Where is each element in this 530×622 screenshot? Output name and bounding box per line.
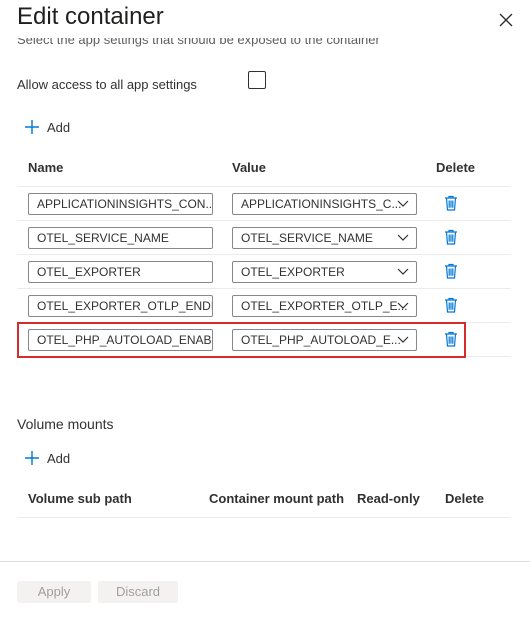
add-volume-button[interactable]: Add [24, 450, 70, 466]
header-volume-sub-path: Volume sub path [28, 491, 132, 506]
discard-button[interactable]: Discard [98, 581, 178, 603]
env-value-text: OTEL_SERVICE_NAME [241, 231, 373, 245]
header-read-only: Read-only [357, 491, 420, 506]
env-value-select[interactable]: OTEL_EXPORTER_OTLP_E... [232, 295, 417, 317]
env-value-select[interactable]: APPLICATIONINSIGHTS_C... [232, 193, 417, 215]
close-icon[interactable] [495, 9, 517, 31]
env-value-select[interactable]: OTEL_EXPORTER [232, 261, 417, 283]
row-divider [17, 254, 511, 255]
volume-header-divider [17, 517, 511, 518]
footer-divider [0, 561, 530, 562]
volume-mounts-title: Volume mounts [17, 416, 114, 432]
trash-icon[interactable] [444, 229, 458, 245]
env-name-input[interactable]: OTEL_SERVICE_NAME [28, 227, 213, 249]
allow-access-label: Allow access to all app settings [17, 77, 197, 92]
chevron-down-icon [397, 234, 409, 241]
highlight-box [17, 322, 466, 358]
header-value: Value [232, 160, 266, 175]
env-value-text: OTEL_EXPORTER [241, 265, 345, 279]
apply-button[interactable]: Apply [17, 581, 91, 603]
env-name-input[interactable]: OTEL_EXPORTER [28, 261, 213, 283]
trash-icon[interactable] [444, 297, 458, 313]
dialog-title: Edit container [17, 3, 164, 30]
chevron-down-icon [397, 200, 409, 207]
env-name-input[interactable]: OTEL_EXPORTER_OTLP_ENDP... [28, 295, 213, 317]
env-value-text: OTEL_EXPORTER_OTLP_E... [241, 299, 408, 313]
env-name-input[interactable]: APPLICATIONINSIGHTS_CON... [28, 193, 213, 215]
header-container-mount-path: Container mount path [209, 491, 345, 506]
trash-icon[interactable] [444, 195, 458, 211]
env-value-text: APPLICATIONINSIGHTS_C... [241, 197, 402, 211]
header-volume-delete: Delete [445, 491, 485, 506]
header-name: Name [28, 160, 64, 175]
add-env-button[interactable]: Add [24, 119, 70, 135]
row-divider [17, 288, 511, 289]
cutoff-description: Select the app settings that should be e… [17, 38, 517, 52]
add-volume-label: Add [47, 450, 71, 466]
header-divider [17, 186, 511, 187]
trash-icon[interactable] [444, 263, 458, 279]
row-divider [17, 220, 511, 221]
add-env-label: Add [47, 119, 71, 135]
cutoff-description-text: Select the app settings that should be e… [17, 38, 380, 47]
plus-icon [25, 451, 39, 465]
plus-icon [25, 120, 39, 134]
chevron-down-icon [397, 268, 409, 275]
allow-access-checkbox[interactable] [248, 71, 266, 89]
chevron-down-icon [397, 302, 409, 309]
env-value-select[interactable]: OTEL_SERVICE_NAME [232, 227, 417, 249]
header-delete: Delete [436, 160, 476, 175]
